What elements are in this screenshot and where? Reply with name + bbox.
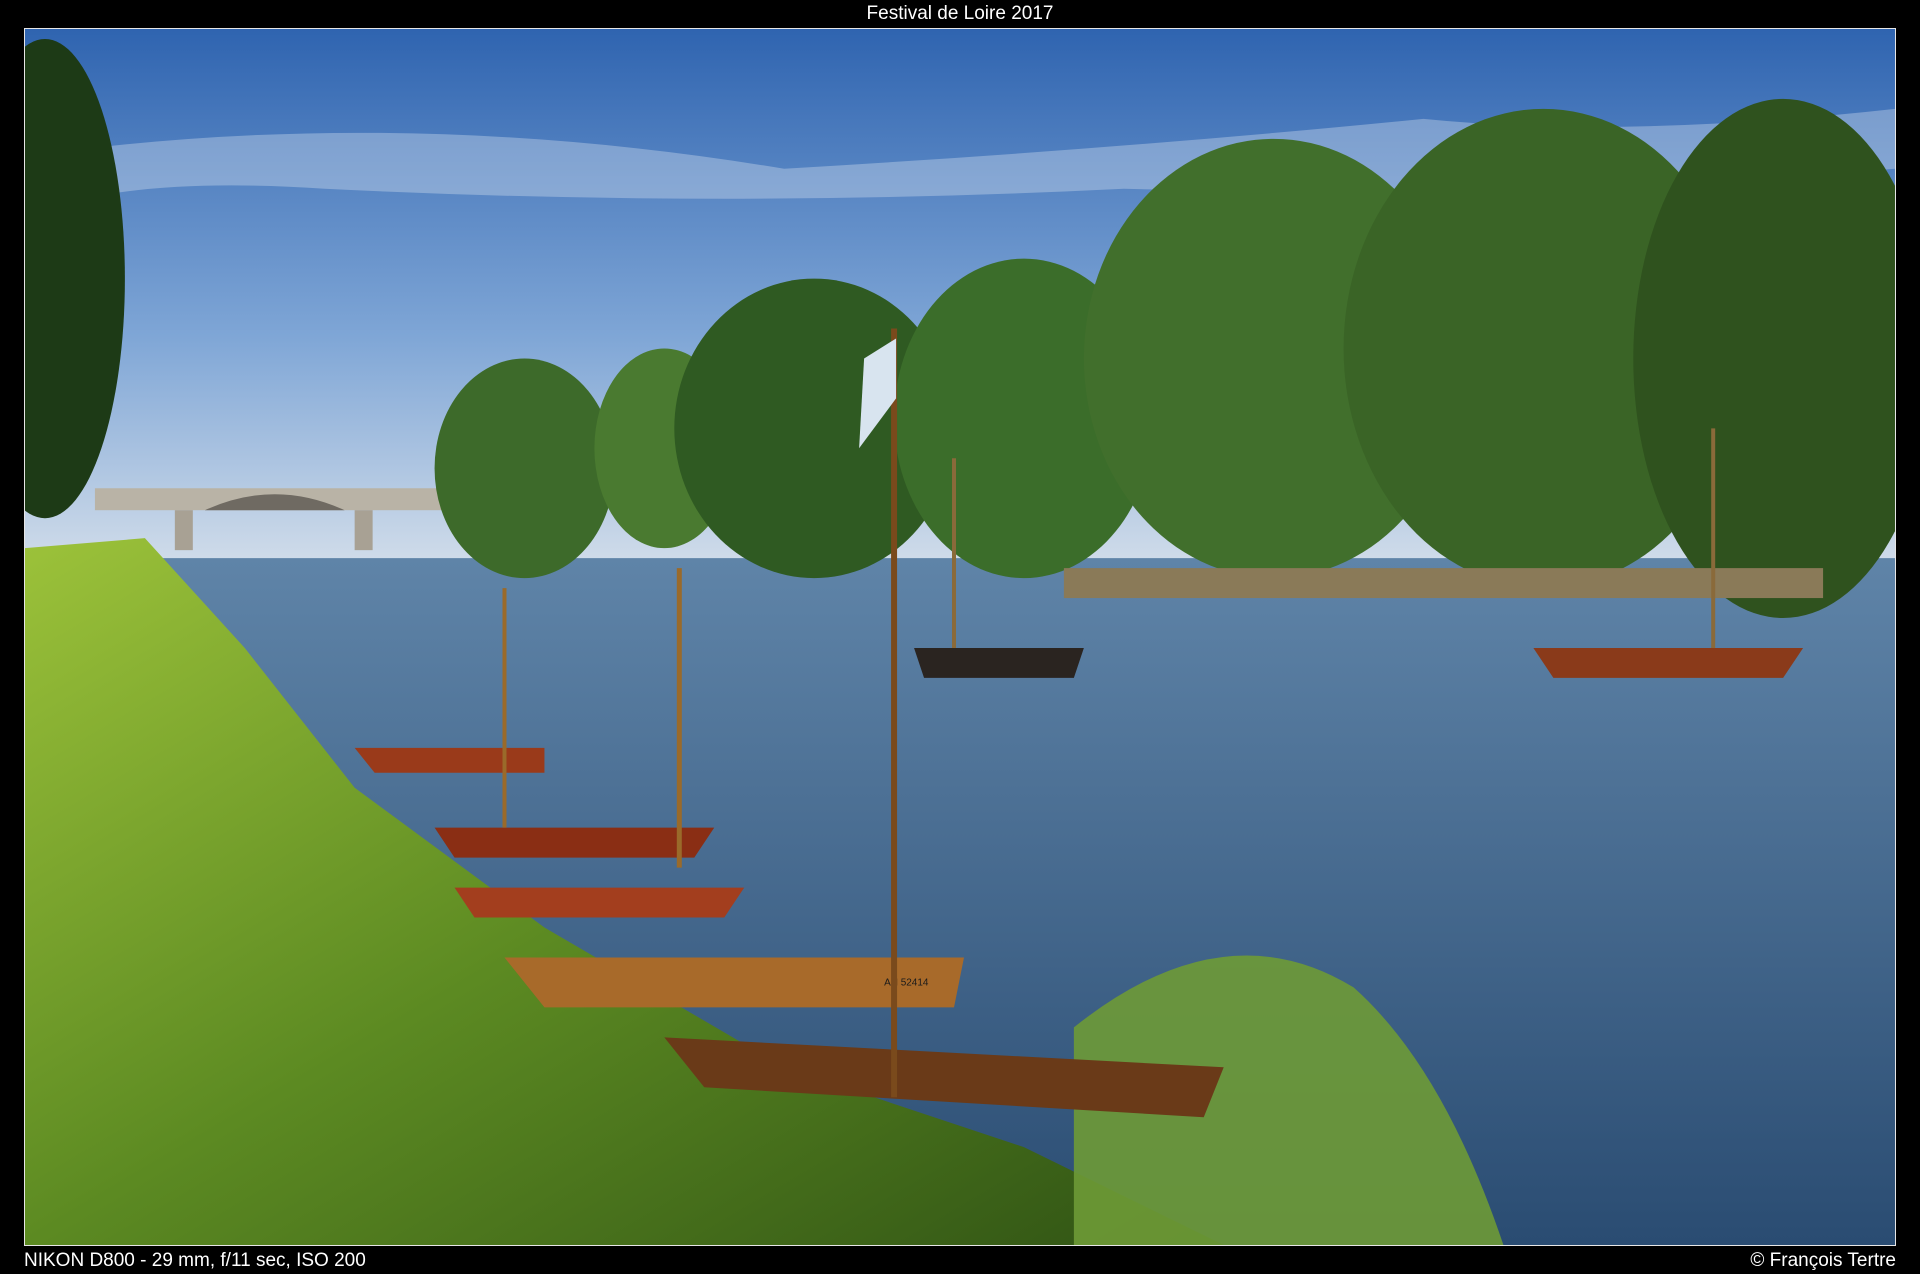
photo-frame: AN 52414 [24,28,1896,1246]
exif-info: NIKON D800 - 29 mm, f/11 sec, ISO 200 [24,1250,366,1271]
photo-title: Festival de Loire 2017 [866,3,1054,24]
photo: AN 52414 [25,29,1895,1245]
boat-registration: AN 52414 [884,977,929,988]
photo-credit: © François Tertre [1750,1250,1896,1271]
title-bar: Festival de Loire 2017 [0,0,1920,28]
footer-bar: NIKON D800 - 29 mm, f/11 sec, ISO 200 © … [0,1246,1920,1274]
